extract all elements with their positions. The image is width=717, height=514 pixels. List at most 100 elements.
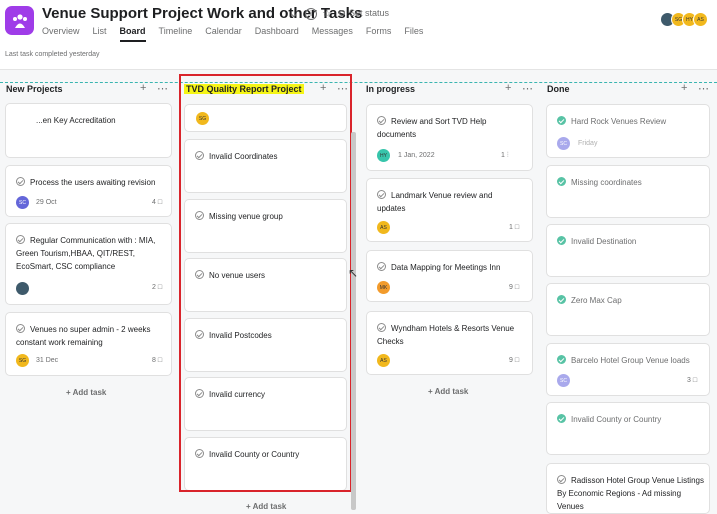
comment-count: 1 ⫶ [501,152,509,160]
tab-forms[interactable]: Forms [366,26,392,42]
check-done-icon[interactable] [557,295,566,304]
star-icon[interactable]: ☆ [321,8,333,20]
task-title-text: Radisson Hotel Group Venue Listings By E… [557,476,704,511]
tab-files[interactable]: Files [404,26,423,42]
comment-count-value: 3 [687,377,691,384]
task-title-text: Regular Communication with : MIA, Green … [16,236,156,271]
comment-count-value: 2 [152,284,156,291]
check-done-icon[interactable] [557,116,566,125]
more-icon[interactable]: ⋯ [698,82,709,95]
column-title[interactable]: In progress [366,84,415,98]
task-card[interactable]: Review and Sort TVD Help documents HY 1 … [366,104,533,171]
add-icon[interactable]: + [505,82,511,94]
task-card[interactable]: Data Mapping for Meetings Inn MK 9 □ [366,250,533,302]
check-done-icon[interactable] [557,177,566,186]
task-title: Review and Sort TVD Help documents [377,115,517,141]
task-card[interactable]: Wyndham Hotels & Resorts Venue Checks AS… [366,311,533,375]
check-icon[interactable] [557,475,566,484]
task-title: Wyndham Hotels & Resorts Venue Checks [377,322,527,348]
task-title-text: Missing coordinates [571,178,642,187]
task-card[interactable]: Landmark Venue review and updates AS 1 □ [366,178,533,242]
avatar: AS [377,354,390,367]
comment-icon: □ [514,224,520,231]
tab-calendar[interactable]: Calendar [205,26,242,42]
add-task-button[interactable]: + Add task [428,387,468,396]
more-icon[interactable]: ⋯ [522,82,533,95]
avatar: SG [16,354,29,367]
comment-count-value: 9 [509,357,513,364]
task-card[interactable]: Invalid Destination [546,224,710,277]
check-icon[interactable] [377,116,386,125]
check-icon[interactable] [377,262,386,271]
avatar: AS [693,12,708,27]
check-icon[interactable] [377,323,386,332]
comment-icon: □ [514,284,520,291]
column-scrollbar[interactable] [351,132,356,510]
task-card[interactable]: Radisson Hotel Group Venue Listings By E… [546,463,710,514]
info-icon[interactable]: i [305,8,317,20]
check-icon[interactable] [377,190,386,199]
check-done-icon[interactable] [557,236,566,245]
column-title[interactable]: New Projects [6,84,63,98]
task-title: Venues no super admin - 2 weeks constant… [16,323,166,349]
due-date: 1 Jan, 2022 [398,152,435,159]
task-title-text: Zero Max Cap [571,296,622,305]
check-done-icon[interactable] [557,355,566,364]
add-icon[interactable]: + [140,82,146,94]
comment-icon: □ [514,357,520,364]
tab-list[interactable]: List [93,26,107,42]
task-card[interactable]: Process the users awaiting revision SC 2… [5,165,172,217]
comment-count: 9 □ [509,284,519,291]
check-icon[interactable] [16,324,25,333]
avatar: SC [557,374,570,387]
task-card[interactable]: Hard Rock Venues Review SC Friday [546,104,710,158]
task-title: Regular Communication with : MIA, Green … [16,234,166,273]
task-title: Process the users awaiting revision [16,176,155,189]
avatar [16,282,29,295]
check-icon[interactable] [16,235,25,244]
member-avatars[interactable]: SG HY AS [660,12,708,27]
task-title-text: Data Mapping for Meetings Inn [391,263,501,272]
comment-count-value: 8 [152,357,156,364]
task-title: Invalid County or Country [557,413,661,426]
avatar: AS [377,221,390,234]
task-title: Data Mapping for Meetings Inn [377,261,500,274]
task-title-text: Invalid County or Country [571,415,662,424]
avatar: SC [557,137,570,150]
add-task-button[interactable]: + Add task [246,502,286,511]
task-card[interactable]: Invalid County or Country [546,402,710,455]
mouse-cursor-icon: ↖ [348,266,359,280]
tab-timeline[interactable]: Timeline [159,26,193,42]
task-card[interactable]: Barcelo Hotel Group Venue loads SC 3 □ [546,343,710,396]
add-icon[interactable]: + [681,82,687,94]
divider [0,82,717,83]
set-status-button[interactable]: Set status [339,8,389,18]
task-card[interactable]: Missing coordinates [546,165,710,218]
task-title: Zero Max Cap [557,294,622,307]
task-card[interactable]: Venues no super admin - 2 weeks constant… [5,312,172,376]
tab-overview[interactable]: Overview [42,26,80,42]
chevron-down-icon[interactable]: ⌄ [288,8,300,20]
comment-count: 1 □ [509,224,519,231]
tab-board[interactable]: Board [119,26,146,42]
task-title: ...en Key Accreditation [36,116,116,125]
status-dot-icon [339,10,345,16]
project-tabs: Overview List Board Timeline Calendar Da… [42,26,436,42]
task-title-text: Landmark Venue review and updates [377,191,493,213]
comment-count-value: 4 [152,199,156,206]
add-task-button[interactable]: + Add task [66,388,106,397]
check-done-icon[interactable] [557,414,566,423]
column-title[interactable]: Done [547,84,570,98]
highlight-annotation-box [179,74,352,492]
task-title-text: Hard Rock Venues Review [571,117,667,126]
check-icon[interactable] [16,177,25,186]
tab-messages[interactable]: Messages [312,26,353,42]
task-card[interactable]: Zero Max Cap [546,283,710,336]
task-card[interactable]: ...en Key Accreditation [5,103,172,158]
task-card[interactable]: Regular Communication with : MIA, Green … [5,223,172,305]
more-icon[interactable]: ⋯ [157,82,168,95]
project-icon[interactable] [5,6,34,35]
tab-dashboard[interactable]: Dashboard [255,26,299,42]
comment-count: 2 □ [152,284,162,291]
set-status-label: Set status [349,8,390,18]
